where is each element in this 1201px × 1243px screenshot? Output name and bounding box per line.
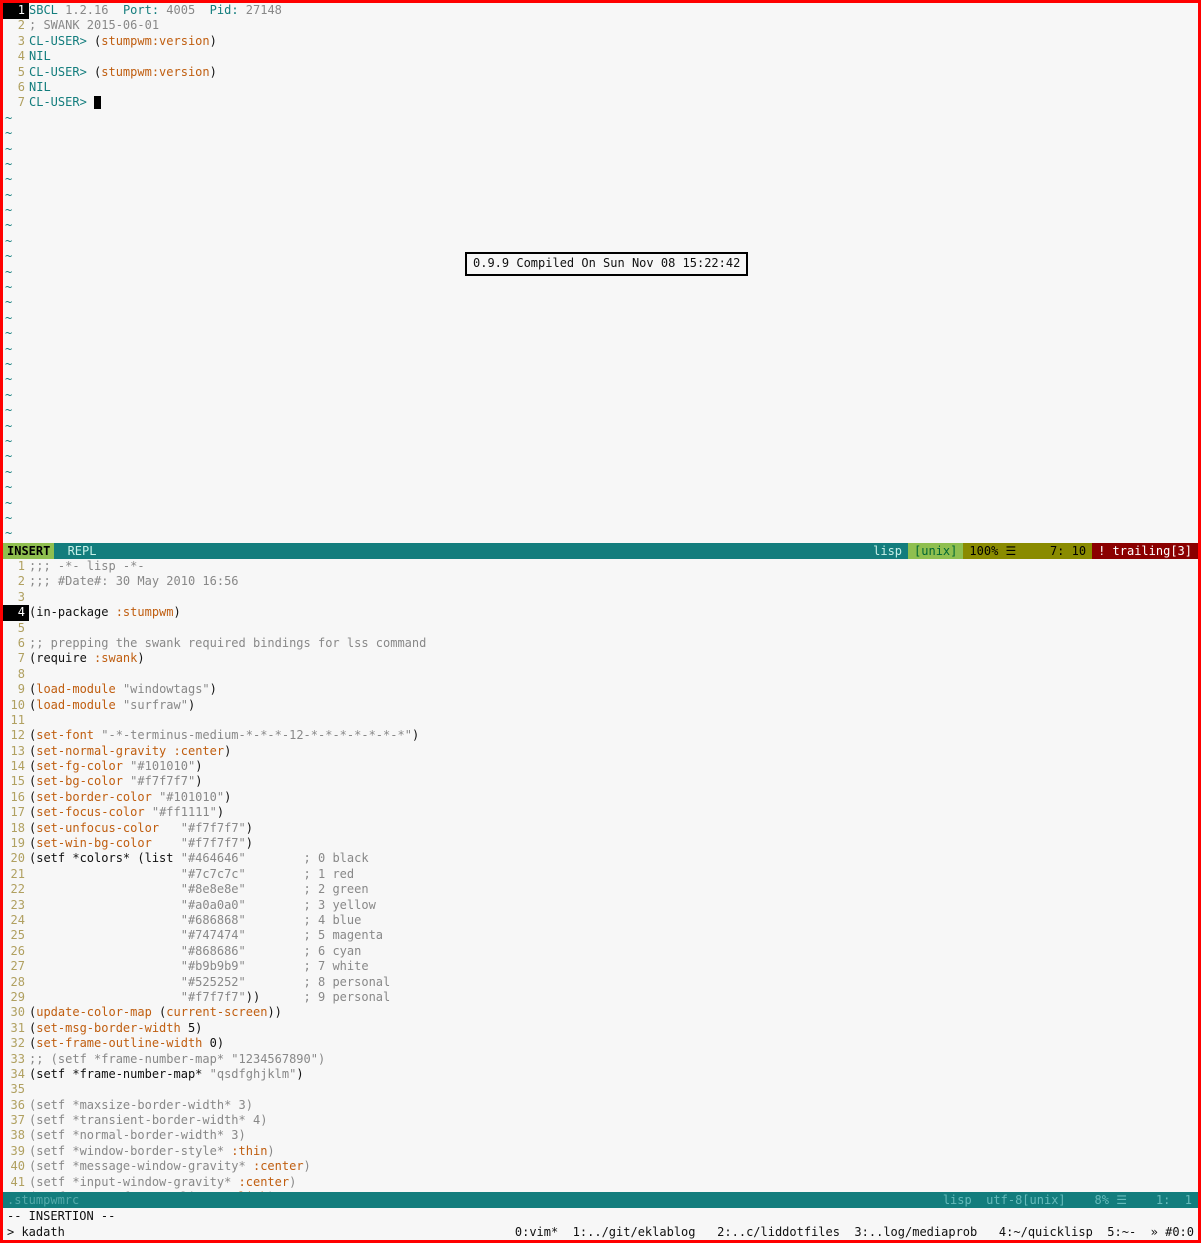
code-line: 5 [3, 621, 1198, 636]
code-line: 32(set-frame-outline-width 0) [3, 1036, 1198, 1051]
code-line: 38(setf *normal-border-width* 3) [3, 1128, 1198, 1143]
empty-line-marker: ~ [3, 172, 1198, 187]
code-line: 18(set-unfocus-color "#f7f7f7") [3, 821, 1198, 836]
code-line: 19(set-win-bg-color "#f7f7f7") [3, 836, 1198, 851]
empty-line-marker: ~ [3, 342, 1198, 357]
code-line: 26 "#868686" ; 6 cyan [3, 944, 1198, 959]
status-right: lisp utf-8[unix] 8% ☰ 1: 1 [937, 1192, 1198, 1208]
empty-line-marker: ~ [3, 157, 1198, 172]
empty-line-marker: ~ [3, 218, 1198, 233]
empty-line-marker: ~ [3, 111, 1198, 126]
code-line: 12(set-font "-*-terminus-medium-*-*-*-12… [3, 728, 1198, 743]
config-pane[interactable]: 1;;; -*- lisp -*- 2;;; #Date#: 30 May 20… [3, 559, 1198, 1192]
tmux-status: > kadath 0:vim* 1:../git/eklablog 2:..c/… [3, 1224, 1198, 1240]
code-line: 28 "#525252" ; 8 personal [3, 975, 1198, 990]
code-line: 41(setf *input-window-gravity* :center) [3, 1175, 1198, 1190]
empty-line-marker: ~ [3, 419, 1198, 434]
version-overlay: 0.9.9 Compiled On Sun Nov 08 15:22:42 [465, 252, 748, 276]
code-line: 14(set-fg-color "#101010") [3, 759, 1198, 774]
buffer-name: REPL [54, 543, 102, 559]
percent: 100% ☰ [963, 543, 1022, 559]
code-line: 34(setf *frame-number-map* "qsdfghjklm") [3, 1067, 1198, 1082]
code-line: 16(set-border-color "#101010") [3, 790, 1198, 805]
code-line: 24 "#686868" ; 4 blue [3, 913, 1198, 928]
empty-line-marker: ~ [3, 142, 1198, 157]
code-line: 17(set-focus-color "#ff1111") [3, 805, 1198, 820]
empty-line-marker: ~ [3, 326, 1198, 341]
trailing-warning: ! trailing[3] [1092, 543, 1198, 559]
code-line: 7(require :swank) [3, 651, 1198, 666]
code-line: 8 [3, 667, 1198, 682]
code-line: 13(set-normal-gravity :center) [3, 744, 1198, 759]
cursor [94, 96, 101, 109]
code-line: 37(setf *transient-border-width* 4) [3, 1113, 1198, 1128]
code-line: 3 [3, 590, 1198, 605]
code-line: 39(setf *window-border-style* :thin) [3, 1144, 1198, 1159]
code-line: 11 [3, 713, 1198, 728]
code-line: 31(set-msg-border-width 5) [3, 1021, 1198, 1036]
cursor-pos: 7: 10 [1022, 543, 1092, 559]
code-line: 4(in-package :stumpwm) [3, 605, 1198, 620]
code-line: 7CL-USER> [3, 95, 1198, 110]
buffer-name-bottom: .stumpwmrc [3, 1192, 83, 1208]
mode-indicator: INSERT [3, 543, 54, 559]
code-line: 2; SWANK 2015-06-01 [3, 18, 1198, 33]
fileformat: [unix] [908, 543, 963, 559]
code-line: 23 "#a0a0a0" ; 3 yellow [3, 898, 1198, 913]
code-line: 25 "#747474" ; 5 magenta [3, 928, 1198, 943]
tmux-windows: 0:vim* 1:../git/eklablog 2:..c/liddotfil… [515, 1224, 1198, 1240]
empty-line-marker: ~ [3, 388, 1198, 403]
empty-line-marker: ~ [3, 188, 1198, 203]
code-line: 15(set-bg-color "#f7f7f7") [3, 774, 1198, 789]
code-line: 30(update-color-map (current-screen)) [3, 1005, 1198, 1020]
code-line: 22 "#8e8e8e" ; 2 green [3, 882, 1198, 897]
empty-line-marker: ~ [3, 480, 1198, 495]
code-line: 20(setf *colors* (list "#464646" ; 0 bla… [3, 851, 1198, 866]
code-line: 27 "#b9b9b9" ; 7 white [3, 959, 1198, 974]
empty-line-marker: ~ [3, 203, 1198, 218]
code-line: 6NIL [3, 80, 1198, 95]
filetype: lisp [867, 543, 908, 559]
code-line: 3CL-USER> (stumpwm:version) [3, 34, 1198, 49]
code-line: 36(setf *maxsize-border-width* 3) [3, 1098, 1198, 1113]
hostname-prompt: > kadath [3, 1224, 65, 1240]
screen: 1SBCL 1.2.16 Port: 4005 Pid: 27148 2; SW… [0, 0, 1201, 1243]
empty-line-marker: ~ [3, 126, 1198, 141]
empty-line-marker: ~ [3, 311, 1198, 326]
empty-line-marker: ~ [3, 449, 1198, 464]
code-line: 21 "#7c7c7c" ; 1 red [3, 867, 1198, 882]
empty-line-marker: ~ [3, 234, 1198, 249]
code-line: 4NIL [3, 49, 1198, 64]
code-line: 1;;; -*- lisp -*- [3, 559, 1198, 574]
code-line: 35 [3, 1082, 1198, 1097]
empty-line-marker: ~ [3, 403, 1198, 418]
empty-line-marker: ~ [3, 511, 1198, 526]
code-line: 40(setf *message-window-gravity* :center… [3, 1159, 1198, 1174]
vim-mode-line: -- INSERTION -- [3, 1208, 1198, 1224]
empty-line-marker: ~ [3, 357, 1198, 372]
code-line: 9(load-module "windowtags") [3, 682, 1198, 697]
empty-line-marker: ~ [3, 526, 1198, 541]
empty-line-marker: ~ [3, 496, 1198, 511]
statusline-top: INSERT REPL lisp [unix] 100% ☰ 7: 10 ! t… [3, 543, 1198, 559]
empty-line-marker: ~ [3, 295, 1198, 310]
code-line: 29 "#f7f7f7")) ; 9 personal [3, 990, 1198, 1005]
empty-line-marker: ~ [3, 434, 1198, 449]
statusline-bottom: .stumpwmrc lisp utf-8[unix] 8% ☰ 1: 1 [3, 1192, 1198, 1208]
empty-line-marker: ~ [3, 280, 1198, 295]
code-line: 33;; (setf *frame-number-map* "123456789… [3, 1052, 1198, 1067]
code-line: 1SBCL 1.2.16 Port: 4005 Pid: 27148 [3, 3, 1198, 18]
repl-pane[interactable]: 1SBCL 1.2.16 Port: 4005 Pid: 27148 2; SW… [3, 3, 1198, 543]
code-line: 6;; prepping the swank required bindings… [3, 636, 1198, 651]
code-line: 2;;; #Date#: 30 May 2010 16:56 [3, 574, 1198, 589]
code-line: 5CL-USER> (stumpwm:version) [3, 65, 1198, 80]
empty-line-marker: ~ [3, 372, 1198, 387]
code-line: 10(load-module "surfraw") [3, 698, 1198, 713]
empty-line-marker: ~ [3, 465, 1198, 480]
